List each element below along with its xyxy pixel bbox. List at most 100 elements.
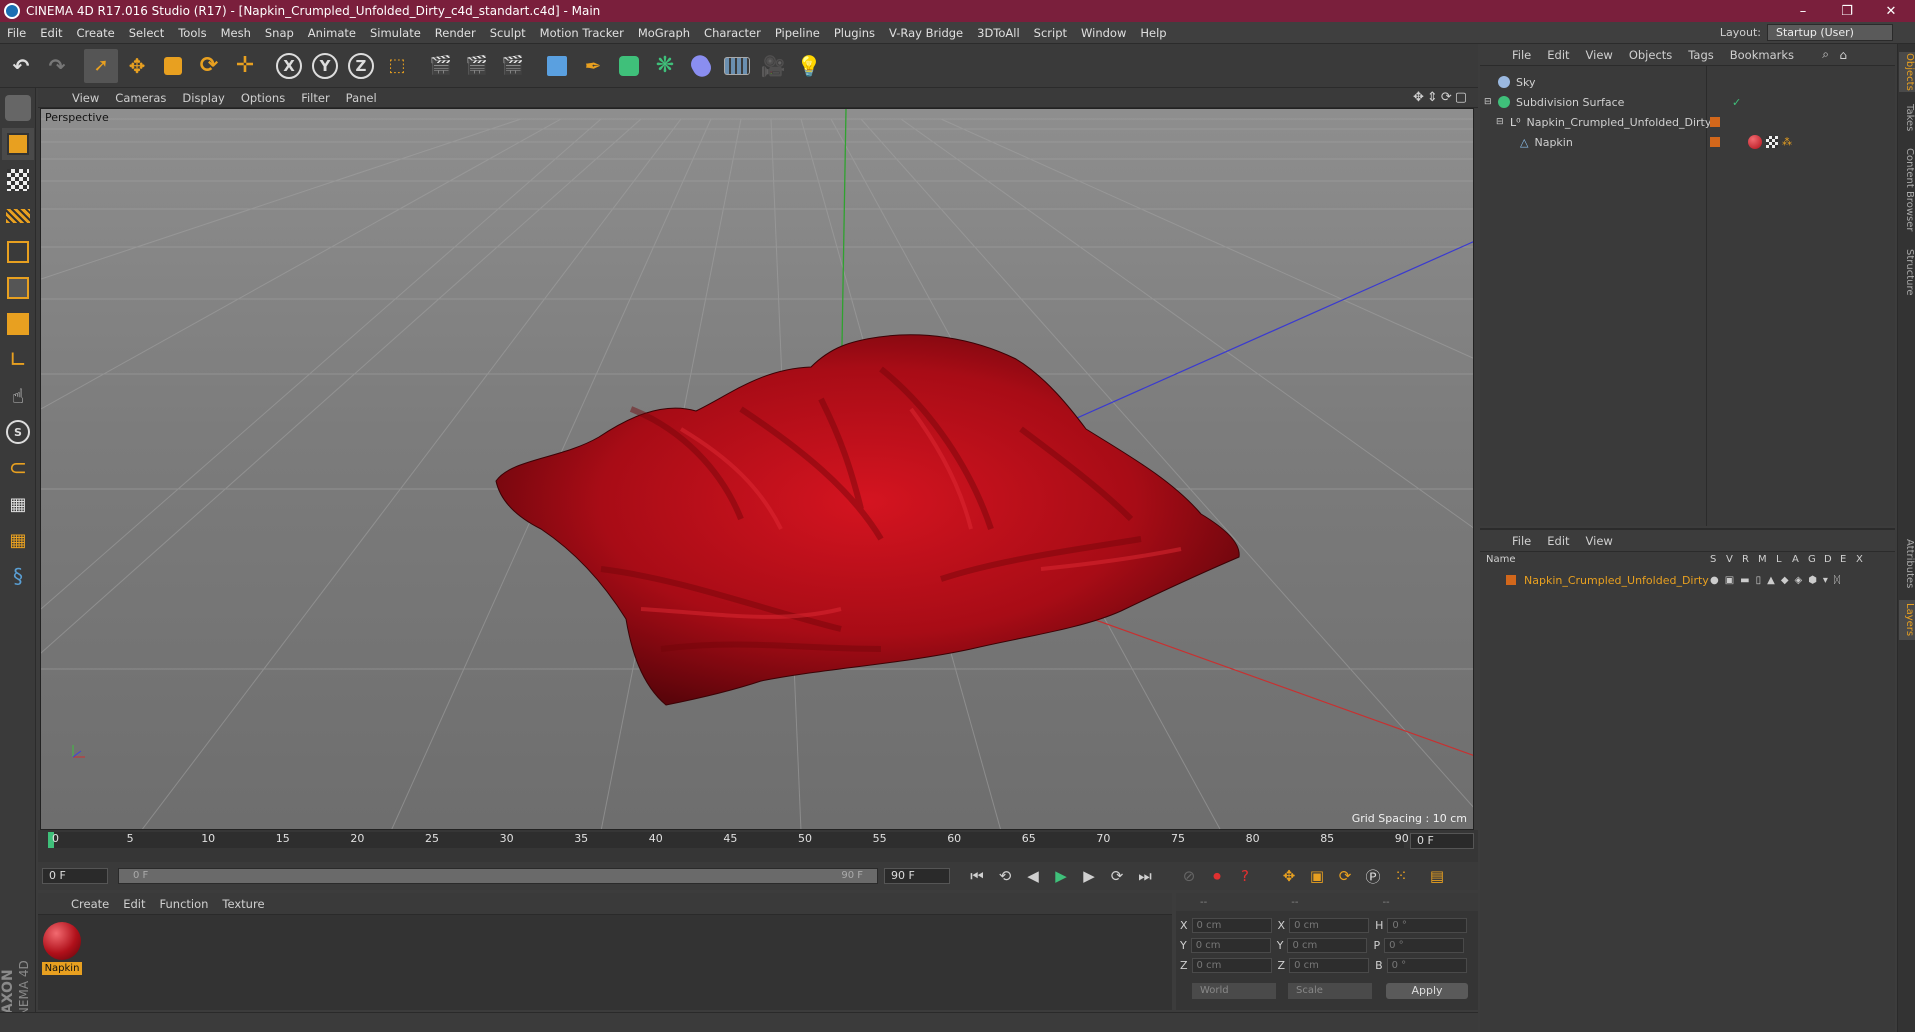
side-tab-objects[interactable]: Objects <box>1899 52 1915 92</box>
position-x-field[interactable]: 0 cm <box>1191 917 1272 933</box>
material-tag-icon[interactable] <box>1748 135 1762 149</box>
current-frame-field[interactable]: 0 F <box>1410 833 1474 849</box>
side-tab-content-browser[interactable]: Content Browser <box>1899 144 1915 236</box>
side-tab-structure[interactable]: Structure <box>1899 244 1915 300</box>
snap-button[interactable]: S <box>2 416 34 448</box>
transform-tool-button[interactable]: ✛ <box>228 49 262 83</box>
rotation-h-field[interactable]: 0 ° <box>1387 917 1468 933</box>
size-z-field[interactable]: 0 cm <box>1289 957 1370 973</box>
workplane-mode-button[interactable] <box>2 200 34 232</box>
menu-help[interactable]: Help <box>1133 26 1173 40</box>
menu-select[interactable]: Select <box>122 26 171 40</box>
timeline-ruler[interactable]: 0 5 10 15 20 25 30 35 40 45 50 55 60 65 70 75 80 85 90 0 F <box>38 830 1478 862</box>
tweak-mode-button[interactable]: ☝ <box>2 380 34 412</box>
render-settings-button[interactable]: 🎬 <box>496 49 530 83</box>
perspective-viewport[interactable]: Perspective Grid Spacing : 10 cm <box>40 108 1474 830</box>
viewport-menu-options[interactable]: Options <box>233 91 293 105</box>
menu-create[interactable]: Create <box>70 26 122 40</box>
grid-snap-button[interactable]: ▦ <box>2 524 34 556</box>
column-render[interactable]: R <box>1742 554 1749 565</box>
column-view[interactable]: V <box>1726 554 1733 565</box>
viewport-menu-view[interactable]: View <box>64 91 107 105</box>
previous-key-button[interactable]: ⟲ <box>992 864 1018 888</box>
menu-simulate[interactable]: Simulate <box>363 26 428 40</box>
edges-mode-button[interactable] <box>2 272 34 304</box>
menu-mograph[interactable]: MoGraph <box>631 26 697 40</box>
cube-button[interactable] <box>540 49 574 83</box>
play-button[interactable]: ▶ <box>1048 864 1074 888</box>
viewport-menu-filter[interactable]: Filter <box>293 91 337 105</box>
menu-script[interactable]: Script <box>1027 26 1074 40</box>
viewport-menu-panel[interactable]: Panel <box>338 91 385 105</box>
menu-animate[interactable]: Animate <box>301 26 363 40</box>
viewport-menu-cameras[interactable]: Cameras <box>107 91 174 105</box>
texture-mode-button[interactable] <box>2 164 34 196</box>
menu-pipeline[interactable]: Pipeline <box>768 26 827 40</box>
material-swatch-napkin[interactable]: Napkin <box>42 921 82 977</box>
material-menu-texture[interactable]: Texture <box>215 897 271 911</box>
menu-edit[interactable]: Edit <box>33 26 69 40</box>
end-frame-field[interactable]: 90 F <box>884 868 950 884</box>
object-row-napkin-group[interactable]: ⊟ L⁰ Napkin_Crumpled_Unfolded_Dirty <box>1480 112 1895 132</box>
object-row-napkin[interactable]: △ Napkin ⁂ <box>1480 132 1895 152</box>
undo-button[interactable]: ↶ <box>4 49 38 83</box>
lock-workplane-button[interactable]: ▦ <box>2 488 34 520</box>
key-scale-button[interactable]: ▣ <box>1304 864 1330 888</box>
column-locked[interactable]: L <box>1776 554 1782 565</box>
timeline-window-button[interactable]: ▤ <box>1424 864 1450 888</box>
side-tab-layers[interactable]: Layers <box>1899 600 1915 640</box>
start-frame-field[interactable]: 0 F <box>42 868 108 884</box>
make-editable-button[interactable] <box>2 92 34 124</box>
size-mode-dropdown[interactable]: Scale <box>1288 983 1372 999</box>
column-expressions[interactable]: E <box>1840 554 1846 565</box>
material-menu-create[interactable]: Create <box>64 897 116 911</box>
record-disabled-button[interactable]: ⊘ <box>1176 864 1202 888</box>
size-x-field[interactable]: 0 cm <box>1289 917 1370 933</box>
coordinate-system-button[interactable]: ⬚ <box>380 49 414 83</box>
menu-snap[interactable]: Snap <box>258 26 301 40</box>
redo-button[interactable]: ↷ <box>40 49 74 83</box>
object-row-subdivision-surface[interactable]: ⊟ Subdivision Surface ✓ <box>1480 92 1895 112</box>
object-row-sky[interactable]: Sky <box>1480 72 1895 92</box>
menu-mesh[interactable]: Mesh <box>214 26 258 40</box>
menu-render[interactable]: Render <box>428 26 483 40</box>
x-axis-button[interactable]: X <box>272 49 306 83</box>
menu-character[interactable]: Character <box>697 26 768 40</box>
keyframe-selection-button[interactable]: ? <box>1232 864 1258 888</box>
column-manager[interactable]: M <box>1758 554 1767 565</box>
cloner-button[interactable]: ❋ <box>648 49 682 83</box>
menu-3dtoall[interactable]: 3DToAll <box>970 26 1027 40</box>
menu-tools[interactable]: Tools <box>171 26 213 40</box>
move-tool-button[interactable]: ✥ <box>120 49 154 83</box>
key-rotation-button[interactable]: ⟳ <box>1332 864 1358 888</box>
camera-button[interactable]: 🎥 <box>756 49 790 83</box>
object-menu-tags[interactable]: Tags <box>1680 48 1721 62</box>
layer-menu-view[interactable]: View <box>1578 534 1621 548</box>
column-deformers[interactable]: D <box>1824 554 1832 565</box>
next-frame-button[interactable]: ▶ <box>1076 864 1102 888</box>
menu-vray-bridge[interactable]: V-Ray Bridge <box>882 26 970 40</box>
material-menu-edit[interactable]: Edit <box>116 897 152 911</box>
viewport-menu-display[interactable]: Display <box>174 91 232 105</box>
previous-frame-button[interactable]: ◀ <box>1020 864 1046 888</box>
subdivision-button[interactable] <box>612 49 646 83</box>
polygons-mode-button[interactable] <box>2 308 34 340</box>
layout-dropdown[interactable]: Startup (User) <box>1767 24 1893 41</box>
render-view-button[interactable]: 🎬 <box>424 49 458 83</box>
object-manager-home-icon[interactable]: ⌂ <box>1839 48 1847 62</box>
side-tab-takes[interactable]: Takes <box>1899 100 1915 136</box>
menu-file[interactable]: File <box>0 26 33 40</box>
menu-motion-tracker[interactable]: Motion Tracker <box>533 26 631 40</box>
key-pla-button[interactable]: ⁙ <box>1388 864 1414 888</box>
pen-spline-button[interactable]: ✒ <box>576 49 610 83</box>
object-menu-bookmarks[interactable]: Bookmarks <box>1722 48 1802 62</box>
material-menu-function[interactable]: Function <box>153 897 216 911</box>
render-picture-viewer-button[interactable]: 🎬 <box>460 49 494 83</box>
rotation-b-field[interactable]: 0 ° <box>1386 957 1467 973</box>
position-y-field[interactable]: 0 cm <box>1190 937 1271 953</box>
viewport-nav-icons[interactable]: ✥⇕⟳▢ <box>1413 90 1470 105</box>
layer-toggle-icons[interactable]: ●▣▬▯▲◆◈⬢▾ᛞ <box>1710 575 1846 586</box>
object-menu-edit[interactable]: Edit <box>1539 48 1577 62</box>
menu-plugins[interactable]: Plugins <box>827 26 882 40</box>
layer-row-napkin[interactable]: Napkin_Crumpled_Unfolded_Dirty ●▣▬▯▲◆◈⬢▾… <box>1480 570 1877 590</box>
